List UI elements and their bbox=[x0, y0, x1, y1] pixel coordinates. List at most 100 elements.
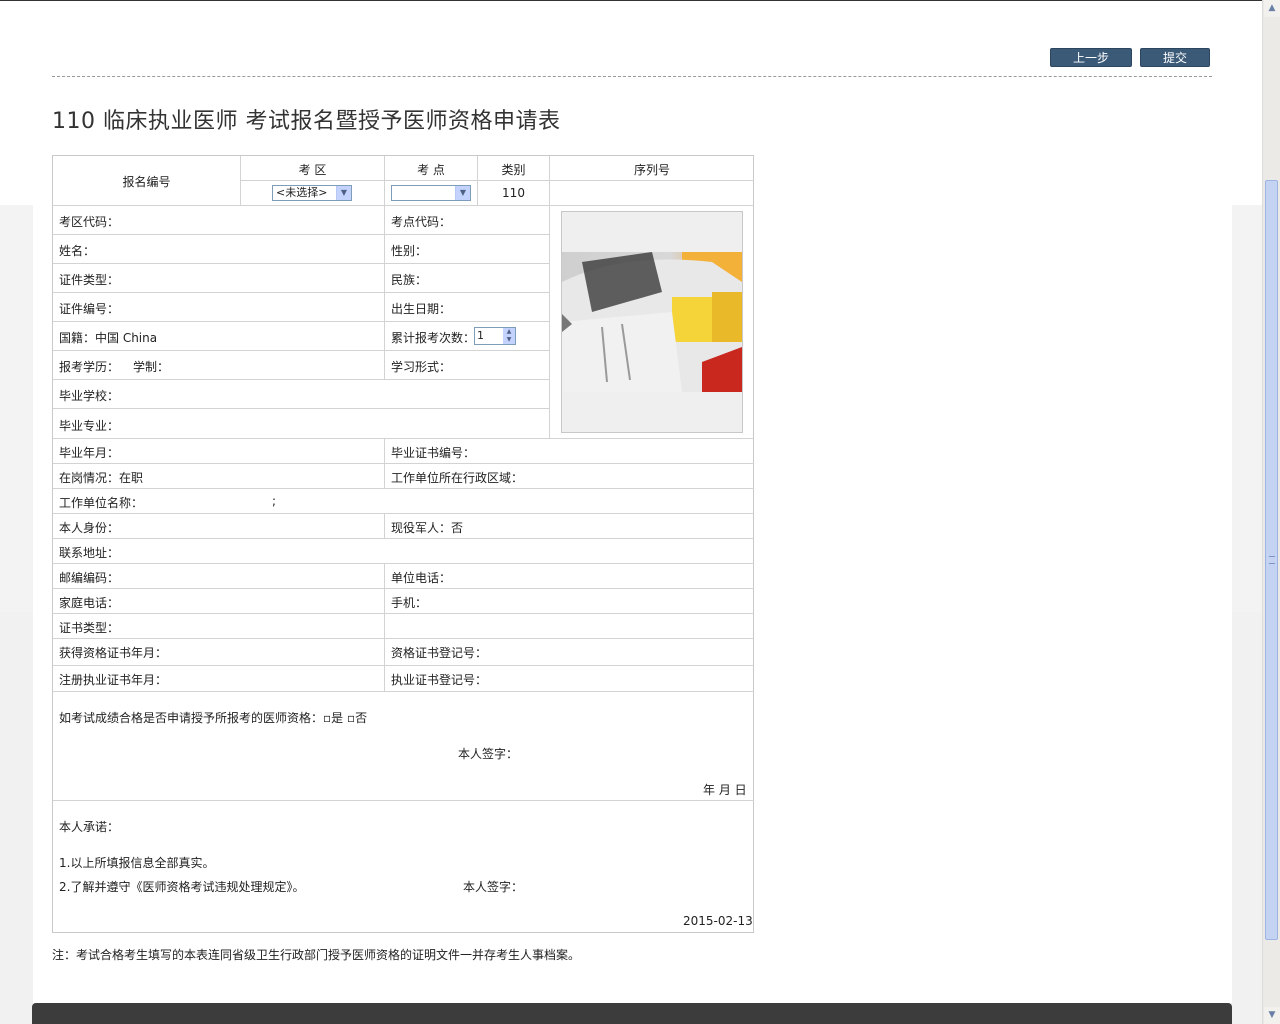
home-phone-label: 家庭电话： bbox=[59, 596, 120, 610]
ethnicity-label: 民族： bbox=[391, 273, 428, 287]
grid-line bbox=[53, 488, 754, 489]
id-type-label: 证件类型： bbox=[59, 273, 120, 287]
work-region-label: 工作单位所在行政区域： bbox=[391, 471, 524, 485]
promise-date: 2015-02-13 bbox=[683, 914, 753, 928]
serial-label: 序列号 bbox=[633, 163, 670, 177]
footer-bar bbox=[32, 1003, 1232, 1024]
arrow-up-icon[interactable]: ▲ bbox=[503, 328, 515, 336]
grad-cert-no-label: 毕业证书编号： bbox=[391, 446, 476, 460]
grid-line bbox=[53, 665, 754, 666]
apply-signature-label: 本人签字： bbox=[458, 747, 519, 761]
exam-area-value: <未选择> bbox=[276, 186, 328, 199]
exam-count-label: 累计报考次数： bbox=[391, 331, 476, 345]
exam-area-label: 考 区 bbox=[298, 163, 327, 177]
arrow-down-icon[interactable]: ▼ bbox=[503, 336, 515, 344]
grid-line bbox=[53, 638, 754, 639]
id-no-label: 证件编号： bbox=[59, 302, 120, 316]
education-label: 报考学历： bbox=[59, 360, 120, 374]
practice-cert-no-label: 执业证书登记号： bbox=[391, 673, 488, 687]
arrow-down-icon[interactable]: ▼ bbox=[1264, 1007, 1280, 1024]
qual-cert-no-label: 资格证书登记号： bbox=[391, 646, 488, 660]
grid-line bbox=[53, 379, 549, 380]
grid-line bbox=[53, 613, 754, 614]
grid-line bbox=[240, 180, 754, 181]
grid-line bbox=[549, 156, 550, 438]
birth-date-label: 出生日期： bbox=[391, 302, 452, 316]
page-title: 110 临床执业医师 考试报名暨授予医师资格申请表 bbox=[52, 109, 561, 134]
grid-line bbox=[384, 463, 385, 488]
school-label: 毕业学校： bbox=[59, 389, 120, 403]
identity-label: 本人身份： bbox=[59, 521, 120, 535]
schooling-label: 学制： bbox=[133, 360, 170, 374]
grid-line bbox=[53, 588, 754, 589]
major-label: 毕业专业： bbox=[59, 419, 120, 433]
promise-item-2: 2.了解并遵守《医师资格考试违规处理规定》。 bbox=[59, 880, 305, 894]
prev-step-button[interactable]: 上一步 bbox=[1050, 48, 1132, 67]
job-status-label: 在岗情况：在职 bbox=[59, 471, 144, 485]
cert-type-label: 证书类型： bbox=[59, 621, 120, 635]
name-label: 姓名： bbox=[59, 244, 96, 258]
reg-no-label: 报名编号 bbox=[122, 175, 171, 189]
exam-site-select[interactable]: ▼ bbox=[391, 185, 471, 201]
grid-line bbox=[384, 438, 385, 463]
top-border bbox=[0, 0, 1262, 1]
promise-signature-label: 本人签字： bbox=[463, 880, 524, 894]
category-label: 类别 bbox=[501, 163, 526, 177]
grid-line bbox=[53, 205, 754, 206]
grid-line bbox=[53, 292, 549, 293]
grid-line bbox=[53, 408, 549, 409]
grid-line bbox=[384, 513, 385, 538]
grid-line bbox=[53, 691, 754, 692]
divider bbox=[52, 76, 1212, 77]
application-form: 报名编号 考 区 考 点 类别 序列号 <未选择> ▼ ▼ 110 考区代码： … bbox=[52, 155, 754, 933]
scrollbar-thumb[interactable] bbox=[1265, 180, 1278, 940]
exam-count-value: 1 bbox=[477, 329, 484, 342]
grid-line bbox=[384, 665, 385, 691]
promise-item-1: 1.以上所填报信息全部真实。 bbox=[59, 856, 215, 870]
grid-line bbox=[384, 563, 385, 665]
apply-date-label: 年 月 日 bbox=[703, 783, 747, 797]
grip-icon bbox=[1269, 556, 1275, 564]
submit-button[interactable]: 提交 bbox=[1140, 48, 1210, 67]
promise-heading: 本人承诺： bbox=[59, 820, 120, 834]
grid-line bbox=[53, 263, 549, 264]
exam-area-select[interactable]: <未选择> ▼ bbox=[272, 185, 352, 201]
applicant-photo bbox=[562, 252, 742, 392]
site-code-label: 考点代码： bbox=[391, 215, 452, 229]
grid-line bbox=[53, 321, 549, 322]
grid-line bbox=[53, 350, 549, 351]
work-unit-label: 工作单位名称： bbox=[59, 496, 144, 510]
postcode-label: 邮编编码： bbox=[59, 571, 120, 585]
unit-phone-label: 单位电话： bbox=[391, 571, 452, 585]
photo-frame bbox=[561, 211, 743, 433]
arrow-up-icon[interactable]: ▲ bbox=[1264, 0, 1280, 17]
footnote: 注：考试合格考生填写的本表连同省级卫生行政部门授予医师资格的证明文件一并存考生人… bbox=[52, 948, 581, 962]
gender-label: 性别： bbox=[391, 244, 428, 258]
grid-line bbox=[53, 463, 754, 464]
exam-site-label: 考 点 bbox=[417, 163, 445, 177]
apply-question: 如考试成绩合格是否申请授予所报考的医师资格：▫是 ▫否 bbox=[59, 711, 368, 725]
work-unit-mark: ; bbox=[272, 494, 277, 508]
nationality-label: 国籍：中国 China bbox=[59, 331, 158, 345]
grid-line bbox=[53, 438, 754, 439]
grid-line bbox=[384, 205, 385, 379]
grid-line bbox=[53, 563, 754, 564]
grid-line bbox=[53, 538, 754, 539]
qual-cert-date-label: 获得资格证书年月： bbox=[59, 646, 168, 660]
chevron-down-icon[interactable]: ▼ bbox=[455, 186, 470, 200]
grad-date-label: 毕业年月： bbox=[59, 446, 120, 460]
military-label: 现役军人：否 bbox=[391, 521, 464, 535]
grid-line bbox=[53, 800, 754, 801]
vertical-scrollbar[interactable]: ▲ ▼ bbox=[1262, 0, 1280, 1024]
grid-line bbox=[53, 513, 754, 514]
study-form-label: 学习形式： bbox=[391, 360, 452, 374]
mobile-label: 手机： bbox=[391, 596, 428, 610]
grid-line bbox=[53, 234, 549, 235]
chevron-down-icon[interactable]: ▼ bbox=[336, 186, 351, 200]
reg-cert-date-label: 注册执业证书年月： bbox=[59, 673, 168, 687]
exam-count-stepper[interactable]: 1 ▲ ▼ bbox=[474, 327, 516, 345]
area-code-label: 考区代码： bbox=[59, 215, 120, 229]
category-value: 110 bbox=[502, 186, 525, 200]
photo-image bbox=[562, 252, 742, 392]
address-label: 联系地址： bbox=[59, 546, 120, 560]
